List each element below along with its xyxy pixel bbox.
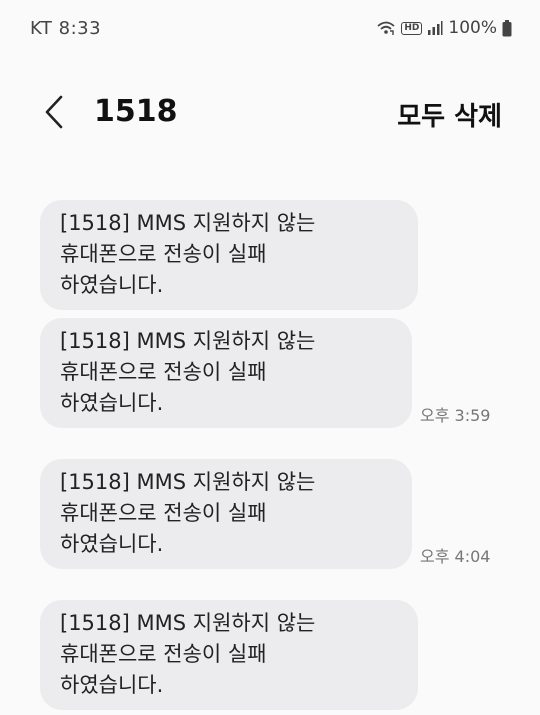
message-time: 오후 3:59: [420, 406, 491, 425]
back-button[interactable]: [34, 92, 74, 136]
conversation-header: 1518 모두 삭제: [0, 80, 540, 144]
message-item[interactable]: [1518] MMS 지원하지 않는 휴대폰으로 전송이 실패 하였습니다.: [40, 600, 418, 710]
chevron-left-icon: [43, 94, 65, 134]
message-bubble: [1518] MMS 지원하지 않는 휴대폰으로 전송이 실패 하였습니다.: [40, 459, 412, 569]
message-bubble: [1518] MMS 지원하지 않는 휴대폰으로 전송이 실패 하였습니다.: [40, 600, 418, 710]
conversation-title: 1518: [94, 94, 178, 129]
message-bubble: [1518] MMS 지원하지 않는 휴대폰으로 전송이 실패 하였습니다.: [40, 318, 412, 428]
battery-icon: [502, 19, 512, 37]
hd-badge: HD: [401, 21, 423, 35]
status-bar: KT 8:33 HD 100%: [0, 0, 540, 58]
delete-all-button[interactable]: 모두 삭제: [397, 96, 502, 133]
battery-percent: 100%: [448, 18, 497, 38]
message-item[interactable]: [1518] MMS 지원하지 않는 휴대폰으로 전송이 실패 하였습니다. 오…: [40, 318, 490, 428]
signal-bars-icon: [427, 20, 443, 36]
message-time: 오후 4:04: [420, 547, 491, 566]
carrier-time: KT 8:33: [30, 18, 102, 39]
status-icons: HD 100%: [376, 18, 512, 38]
message-bubble: [1518] MMS 지원하지 않는 휴대폰으로 전송이 실패 하였습니다.: [40, 200, 418, 310]
message-item[interactable]: [1518] MMS 지원하지 않는 휴대폰으로 전송이 실패 하였습니다.: [40, 200, 418, 310]
wifi-call-icon: [376, 20, 396, 36]
message-item[interactable]: [1518] MMS 지원하지 않는 휴대폰으로 전송이 실패 하였습니다. 오…: [40, 459, 490, 569]
